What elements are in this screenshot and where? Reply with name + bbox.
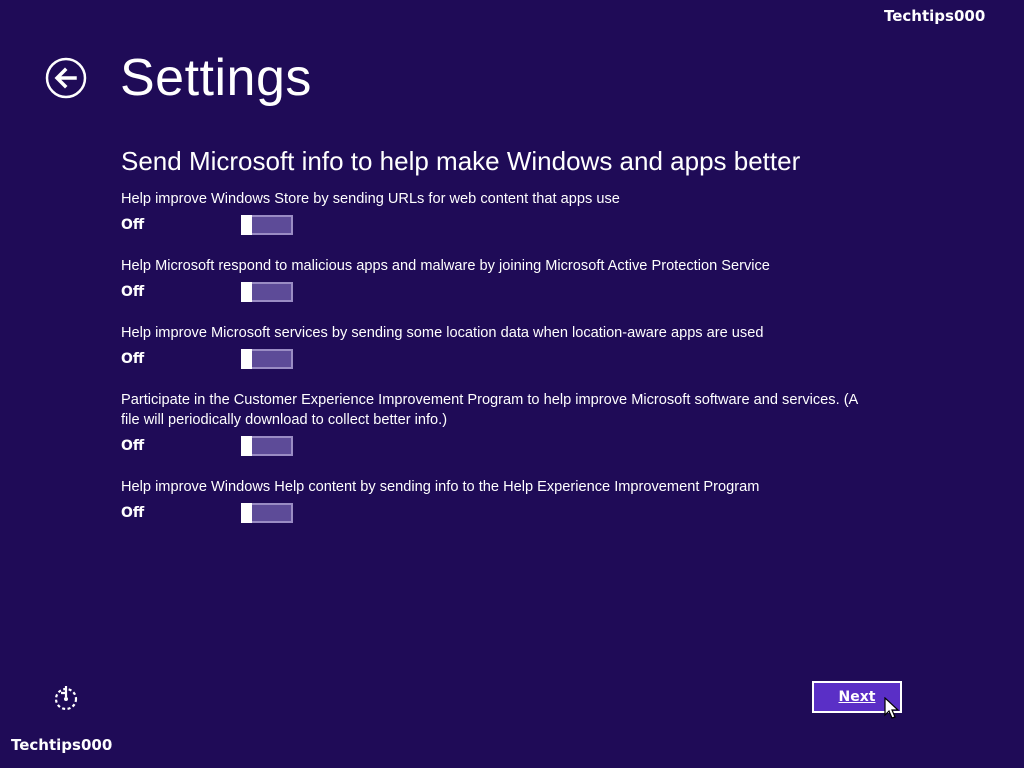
setting-state-label: Off	[121, 217, 145, 233]
mouse-cursor-icon	[884, 697, 900, 719]
setting-description: Help improve Windows Help content by sen…	[121, 479, 760, 495]
toggle-switch[interactable]	[241, 349, 293, 369]
toggle-switch[interactable]	[241, 503, 293, 523]
setting-description: Participate in the Customer Experience I…	[121, 392, 859, 428]
watermark-bottom: Techtips000	[11, 736, 113, 754]
setting-description: Help improve Windows Store by sending UR…	[121, 191, 620, 207]
ease-of-access-icon[interactable]	[52, 684, 80, 712]
watermark-top: Techtips000	[884, 7, 986, 25]
setting-help-experience-program: Help improve Windows Help content by sen…	[121, 477, 891, 525]
setting-state-label: Off	[121, 284, 145, 300]
toggle-thumb	[241, 436, 252, 456]
toggle-thumb	[241, 349, 252, 369]
toggle-thumb	[241, 215, 252, 235]
setting-windows-store-urls: Help improve Windows Store by sending UR…	[121, 189, 891, 237]
section-title: Send Microsoft info to help make Windows…	[121, 146, 801, 176]
setting-state-label: Off	[121, 438, 145, 454]
toggle-switch[interactable]	[241, 436, 293, 456]
toggle-thumb	[241, 282, 252, 302]
toggle-switch[interactable]	[241, 282, 293, 302]
setting-state-label: Off	[121, 505, 145, 521]
setting-state-label: Off	[121, 351, 145, 367]
page-title: Settings	[120, 49, 312, 107]
setting-active-protection-service: Help Microsoft respond to malicious apps…	[121, 256, 891, 304]
setting-location-data: Help improve Microsoft services by sendi…	[121, 323, 891, 371]
back-arrow-icon[interactable]	[45, 57, 87, 99]
setting-description: Help Microsoft respond to malicious apps…	[121, 258, 770, 274]
toggle-switch[interactable]	[241, 215, 293, 235]
setting-customer-experience-program: Participate in the Customer Experience I…	[121, 390, 891, 458]
toggle-thumb	[241, 503, 252, 523]
setting-description: Help improve Microsoft services by sendi…	[121, 325, 764, 341]
